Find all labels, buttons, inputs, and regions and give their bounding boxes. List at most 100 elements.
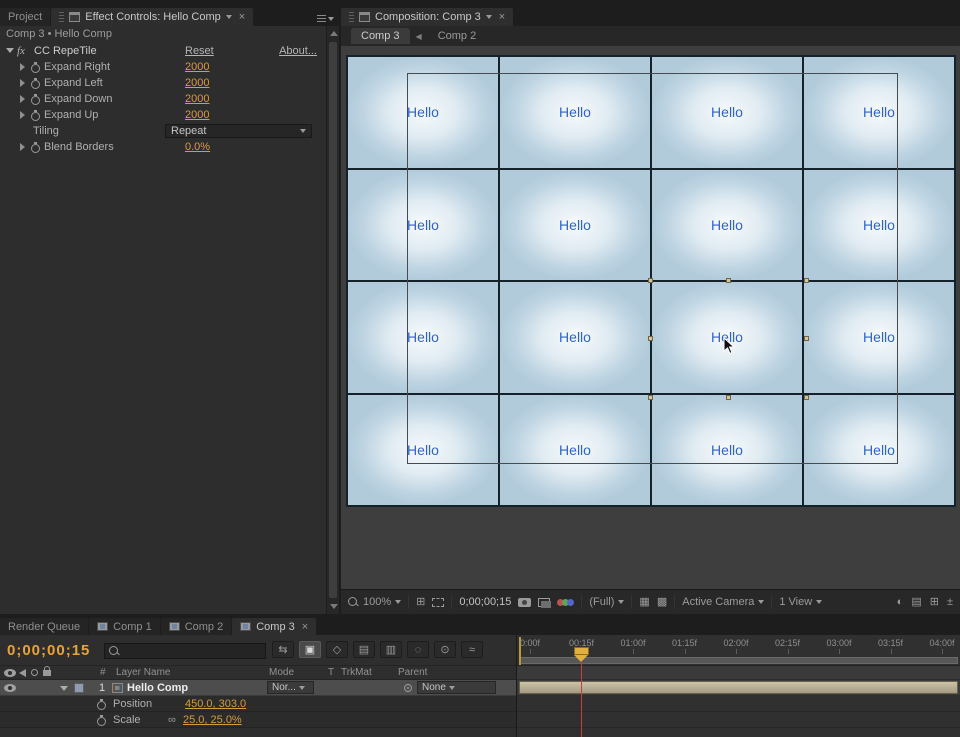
- stopwatch-icon[interactable]: [31, 142, 40, 152]
- parent-pickwhip-icon[interactable]: [404, 684, 412, 692]
- stopwatch-icon[interactable]: [31, 78, 40, 88]
- panel-menu-icon[interactable]: [317, 15, 334, 22]
- active-camera-dropdown[interactable]: Active Camera: [682, 596, 764, 608]
- comp-grid[interactable]: HelloHelloHelloHelloHelloHelloHelloHello…: [346, 55, 956, 507]
- chevron-down-icon[interactable]: [226, 15, 232, 19]
- collapse-triangle-icon[interactable]: [6, 48, 14, 53]
- tiling-dropdown[interactable]: Repeat: [165, 124, 312, 138]
- frame-blend-button[interactable]: ▥: [380, 641, 402, 658]
- selection-handle[interactable]: [648, 395, 653, 400]
- subtab-comp-3[interactable]: Comp 3: [351, 28, 410, 44]
- vertical-scrollbar[interactable]: [326, 26, 339, 614]
- constrain-proportions-icon[interactable]: ∞: [168, 712, 176, 728]
- search-input[interactable]: [124, 645, 261, 657]
- chevron-down-icon[interactable]: [486, 15, 492, 19]
- selection-handle[interactable]: [804, 336, 809, 341]
- reset-button[interactable]: Reset: [185, 43, 214, 59]
- auto-keyframe-button[interactable]: ⊙: [434, 641, 456, 658]
- exposure-icon[interactable]: ±: [947, 596, 953, 608]
- expand-triangle-icon[interactable]: [20, 63, 25, 71]
- tab-project[interactable]: Project: [0, 8, 50, 26]
- show-channels-icon[interactable]: [557, 599, 574, 606]
- close-icon[interactable]: ×: [499, 12, 505, 22]
- param-value[interactable]: 2000: [185, 91, 209, 107]
- selection-handle[interactable]: [804, 278, 809, 283]
- layer-duration-bar[interactable]: [519, 681, 958, 694]
- timeline-search-box[interactable]: [104, 643, 266, 659]
- layer-visibility-icon[interactable]: [4, 684, 16, 692]
- property-value[interactable]: 450.0, 303.0: [185, 696, 246, 712]
- parent-dropdown[interactable]: None: [417, 681, 496, 694]
- param-value[interactable]: 2000: [185, 75, 209, 91]
- grid-guides-icon[interactable]: ▦: [639, 596, 649, 608]
- hide-shy-button[interactable]: ▤: [353, 641, 375, 658]
- property-row-position[interactable]: Position 450.0, 303.0: [0, 696, 516, 712]
- solo-column-icon[interactable]: [31, 669, 38, 676]
- param-value[interactable]: 2000: [185, 107, 209, 123]
- selection-handle[interactable]: [726, 395, 731, 400]
- layer-label-chip[interactable]: [74, 683, 84, 693]
- property-row-scale[interactable]: Scale ∞ 25.0, 25.0%: [0, 712, 516, 728]
- flowchart-icon[interactable]: ⊞: [930, 596, 939, 608]
- viewer-timecode[interactable]: 0;00;00;15: [459, 596, 511, 608]
- param-value[interactable]: 0.0%: [185, 139, 210, 155]
- stopwatch-icon[interactable]: [31, 62, 40, 72]
- time-ruler[interactable]: 0:00f00:15f01:00f01:15f02:00f02:15f03:00…: [517, 635, 960, 666]
- draft-3d-button[interactable]: ◇: [326, 641, 348, 658]
- eye-column-icon[interactable]: [4, 669, 16, 677]
- safe-zones-icon[interactable]: ⊞: [416, 596, 425, 608]
- stopwatch-icon[interactable]: [97, 699, 106, 709]
- blend-mode-dropdown[interactable]: Nor...: [267, 681, 314, 694]
- close-icon[interactable]: ×: [302, 622, 308, 632]
- expand-triangle-icon[interactable]: [20, 95, 25, 103]
- current-time-display[interactable]: 0;00;00;15: [7, 642, 90, 659]
- timeline-button-icon[interactable]: ▤: [911, 596, 921, 608]
- selection-handle[interactable]: [726, 278, 731, 283]
- expand-triangle-icon[interactable]: [20, 143, 25, 151]
- tab-effect-controls[interactable]: Effect Controls: Hello Comp ×: [51, 8, 253, 26]
- view-layout-dropdown[interactable]: 1 View: [779, 596, 822, 608]
- stopwatch-icon[interactable]: [31, 94, 40, 104]
- region-of-interest-icon[interactable]: [432, 598, 444, 607]
- scroll-down-icon[interactable]: [330, 604, 338, 609]
- layer-expand-icon[interactable]: [60, 686, 68, 691]
- selection-handle[interactable]: [648, 278, 653, 283]
- tab-comp-3[interactable]: Comp 3 ×: [232, 618, 316, 635]
- comp-mini-flowchart-button[interactable]: ⇆: [272, 641, 294, 658]
- layer-row[interactable]: 1 Hello Comp Nor... None: [0, 680, 516, 696]
- layer-name[interactable]: Hello Comp: [127, 680, 188, 696]
- tab-back-arrow-icon[interactable]: ◀: [416, 32, 422, 41]
- param-value[interactable]: 2000: [185, 59, 209, 75]
- stopwatch-icon[interactable]: [97, 715, 106, 725]
- column-t: T: [328, 667, 334, 678]
- transparency-grid-icon[interactable]: ▩: [657, 596, 667, 608]
- motion-blur-button[interactable]: ◌: [407, 641, 429, 658]
- lock-column-icon[interactable]: [43, 670, 51, 676]
- live-update-button[interactable]: ▣: [299, 641, 321, 658]
- expand-triangle-icon[interactable]: [20, 79, 25, 87]
- tab-comp-1[interactable]: Comp 1: [89, 618, 160, 635]
- tab-render-queue[interactable]: Render Queue: [0, 618, 88, 635]
- playhead[interactable]: [574, 647, 589, 655]
- selection-handle[interactable]: [648, 336, 653, 341]
- subtab-comp-2[interactable]: Comp 2: [428, 28, 487, 44]
- current-time-indicator[interactable]: [581, 662, 582, 737]
- scroll-up-icon[interactable]: [330, 31, 338, 36]
- tab-comp-2[interactable]: Comp 2: [161, 618, 232, 635]
- scrollbar-thumb[interactable]: [329, 42, 337, 598]
- resolution-dropdown[interactable]: (Full): [589, 596, 624, 608]
- property-value[interactable]: 25.0, 25.0%: [183, 712, 242, 728]
- fast-previews-icon[interactable]: ◐: [897, 596, 904, 608]
- selection-handle[interactable]: [804, 395, 809, 400]
- show-snapshot-icon[interactable]: [538, 598, 550, 607]
- close-icon[interactable]: ×: [239, 12, 245, 22]
- graph-editor-button[interactable]: ≈: [461, 641, 483, 658]
- effect-name[interactable]: CC RepeTile: [34, 43, 97, 59]
- audio-column-icon[interactable]: [19, 669, 26, 677]
- tab-composition[interactable]: Composition: Comp 3 ×: [341, 8, 513, 26]
- about-link[interactable]: About...: [279, 43, 317, 59]
- snapshot-camera-icon[interactable]: [518, 598, 531, 607]
- zoom-dropdown[interactable]: 100%: [348, 596, 401, 608]
- stopwatch-icon[interactable]: [31, 110, 40, 120]
- expand-triangle-icon[interactable]: [20, 111, 25, 119]
